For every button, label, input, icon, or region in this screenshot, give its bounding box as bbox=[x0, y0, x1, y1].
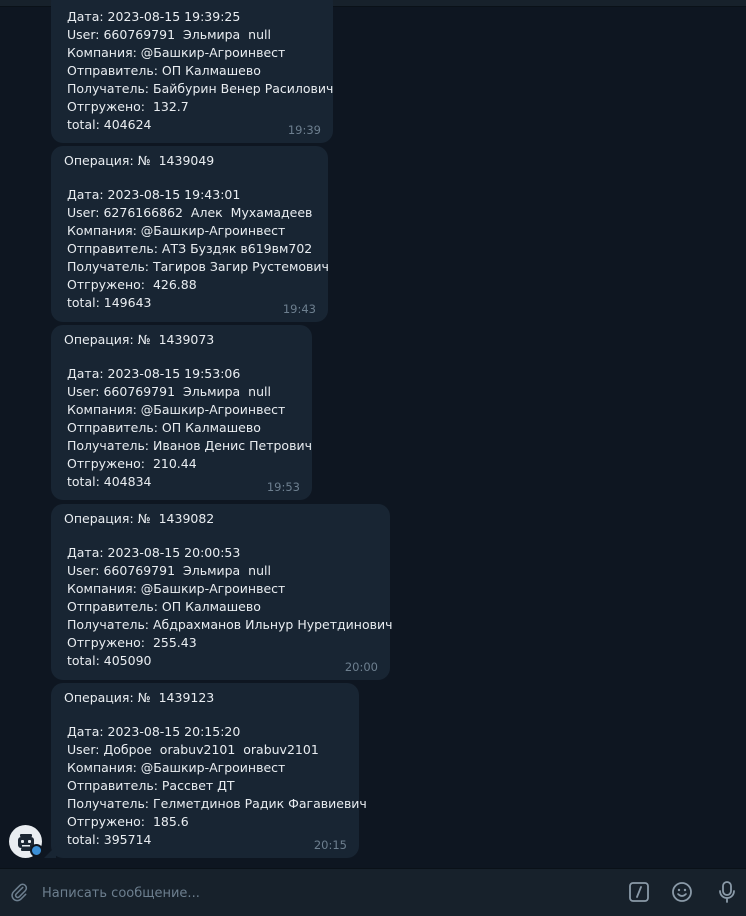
slash-commands-icon[interactable] bbox=[628, 881, 650, 903]
message-recipient: Получатель: Тагиров Загир Рустемович bbox=[67, 259, 329, 274]
message-date: Дата: 2023-08-15 20:15:20 bbox=[67, 724, 241, 739]
paperclip-icon[interactable] bbox=[8, 881, 30, 903]
message-shipped: Отгружено: 255.43 bbox=[67, 635, 197, 650]
message-recipient: Получатель: Гелметдинов Радик Фагавиевич bbox=[67, 796, 367, 811]
message-sender: Отправитель: ОП Калмашево bbox=[67, 420, 261, 435]
message-user: User: 6276166862 Алек Мухамадеев bbox=[67, 205, 313, 220]
message-time: 19:43 bbox=[282, 302, 316, 316]
message-recipient: Получатель: Иванов Денис Петрович bbox=[67, 438, 312, 453]
operation-number: Операция: № 1439049 bbox=[64, 153, 215, 168]
message-company: Компания: @Башкир-Агроинвест bbox=[67, 581, 286, 596]
message-bubble[interactable]: Операция: № 1439073 Дата: 2023-08-15 19:… bbox=[51, 325, 312, 500]
message-user: User: Доброе orabuv2101 orabuv2101 bbox=[67, 742, 319, 757]
operation-number: Операция: № 1439082 bbox=[64, 511, 215, 526]
message-date: Дата: 2023-08-15 19:53:06 bbox=[67, 366, 241, 381]
message-sender: Отправитель: ОП Калмашево bbox=[67, 63, 261, 78]
operation-number: Операция: № 1439073 bbox=[64, 332, 215, 347]
message-shipped: Отгружено: 210.44 bbox=[67, 456, 197, 471]
message-bubble[interactable]: Дата: 2023-08-15 19:39:25 User: 66076979… bbox=[51, 0, 333, 143]
message-shipped: Отгружено: 185.6 bbox=[67, 814, 189, 829]
message-time: 19:53 bbox=[266, 480, 300, 494]
emoji-icon[interactable] bbox=[671, 881, 693, 903]
message-date: Дата: 2023-08-15 20:00:53 bbox=[67, 545, 241, 560]
microphone-icon[interactable] bbox=[716, 880, 738, 904]
message-sender: Отправитель: Рассвет ДТ bbox=[67, 778, 235, 793]
message-user: User: 660769791 Эльмира null bbox=[67, 384, 271, 399]
bot-avatar[interactable] bbox=[9, 825, 43, 858]
message-date: Дата: 2023-08-15 19:39:25 bbox=[67, 9, 241, 24]
message-company: Компания: @Башкир-Агроинвест bbox=[67, 223, 286, 238]
message-input[interactable] bbox=[40, 879, 604, 907]
message-bubble[interactable]: Операция: № 1439123 Дата: 2023-08-15 20:… bbox=[51, 683, 367, 858]
message-company: Компания: @Башкир-Агроинвест bbox=[67, 402, 286, 417]
online-indicator bbox=[30, 844, 43, 857]
message-bubble[interactable]: Операция: № 1439082 Дата: 2023-08-15 20:… bbox=[51, 504, 393, 680]
message-company: Компания: @Башкир-Агроинвест bbox=[67, 45, 286, 60]
message-recipient: Получатель: Байбурин Венер Расилович bbox=[67, 81, 334, 96]
message-time: 19:39 bbox=[287, 123, 321, 137]
message-shipped: Отгружено: 132.7 bbox=[67, 99, 189, 114]
message-sender: Отправитель: АТЗ Буздяк в619вм702 bbox=[67, 241, 313, 256]
message-user: User: 660769791 Эльмира null bbox=[67, 27, 271, 42]
message-date: Дата: 2023-08-15 19:43:01 bbox=[67, 187, 241, 202]
message-user: User: 660769791 Эльмира null bbox=[67, 563, 271, 578]
message-total: total: 405090 bbox=[67, 653, 152, 668]
message-recipient: Получатель: Абдрахманов Ильнур Нуретдино… bbox=[67, 617, 393, 632]
message-company: Компания: @Башкир-Агроинвест bbox=[67, 760, 286, 775]
message-bubble[interactable]: Операция: № 1439049 Дата: 2023-08-15 19:… bbox=[51, 146, 329, 322]
message-time: 20:00 bbox=[344, 660, 378, 674]
message-time: 20:15 bbox=[313, 838, 347, 852]
composer-bar bbox=[0, 868, 746, 916]
message-shipped: Отгружено: 426.88 bbox=[67, 277, 197, 292]
message-list[interactable]: Дата: 2023-08-15 19:39:25 User: 66076979… bbox=[0, 0, 746, 868]
operation-number: Операция: № 1439123 bbox=[64, 690, 215, 705]
message-sender: Отправитель: ОП Калмашево bbox=[67, 599, 261, 614]
